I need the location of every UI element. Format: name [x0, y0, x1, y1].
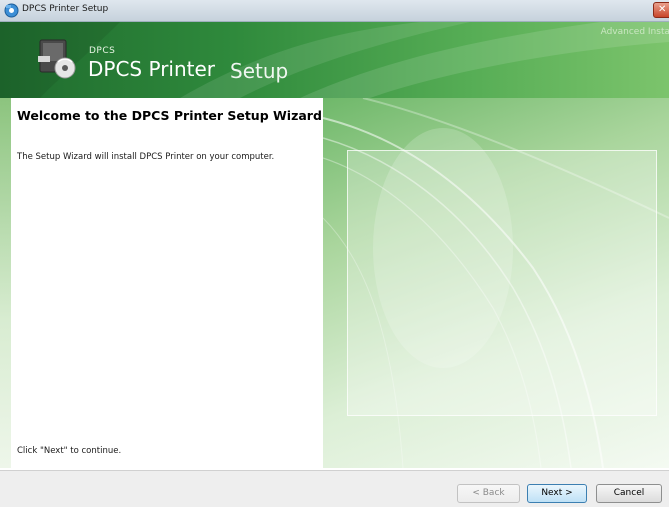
header-banner: DPCS DPCS Printer Setup Advanced Install [0, 22, 669, 98]
decorative-artwork [323, 98, 669, 468]
intro-text: The Setup Wizard will install DPCS Print… [17, 152, 275, 162]
computer-cd-icon [38, 38, 78, 80]
button-bar: < Back Next > Cancel [0, 470, 669, 507]
left-edge-decoration [0, 98, 11, 468]
close-icon: ✕ [658, 4, 667, 15]
installer-icon [4, 3, 19, 18]
continue-hint: Click "Next" to continue. [17, 446, 122, 456]
title-bar[interactable]: DPCS Printer Setup ✕ [0, 0, 669, 22]
content-panel: Welcome to the DPCS Printer Setup Wizard… [11, 98, 323, 468]
brand-label: DPCS [89, 46, 116, 56]
page-title: Welcome to the DPCS Printer Setup Wizard [17, 108, 322, 123]
back-button[interactable]: < Back [457, 484, 520, 503]
setup-window: DPCS Printer Setup ✕ DPCS DPCS Printer S… [0, 0, 669, 507]
product-name: DPCS Printer [88, 57, 216, 81]
window-title: DPCS Printer Setup [22, 4, 109, 14]
next-button[interactable]: Next > [527, 484, 587, 503]
installer-tagline: Advanced Install [600, 27, 669, 37]
setup-label: Setup [230, 59, 289, 83]
close-button[interactable]: ✕ [653, 2, 669, 18]
artwork-frame [347, 150, 657, 416]
cancel-button[interactable]: Cancel [596, 484, 662, 503]
